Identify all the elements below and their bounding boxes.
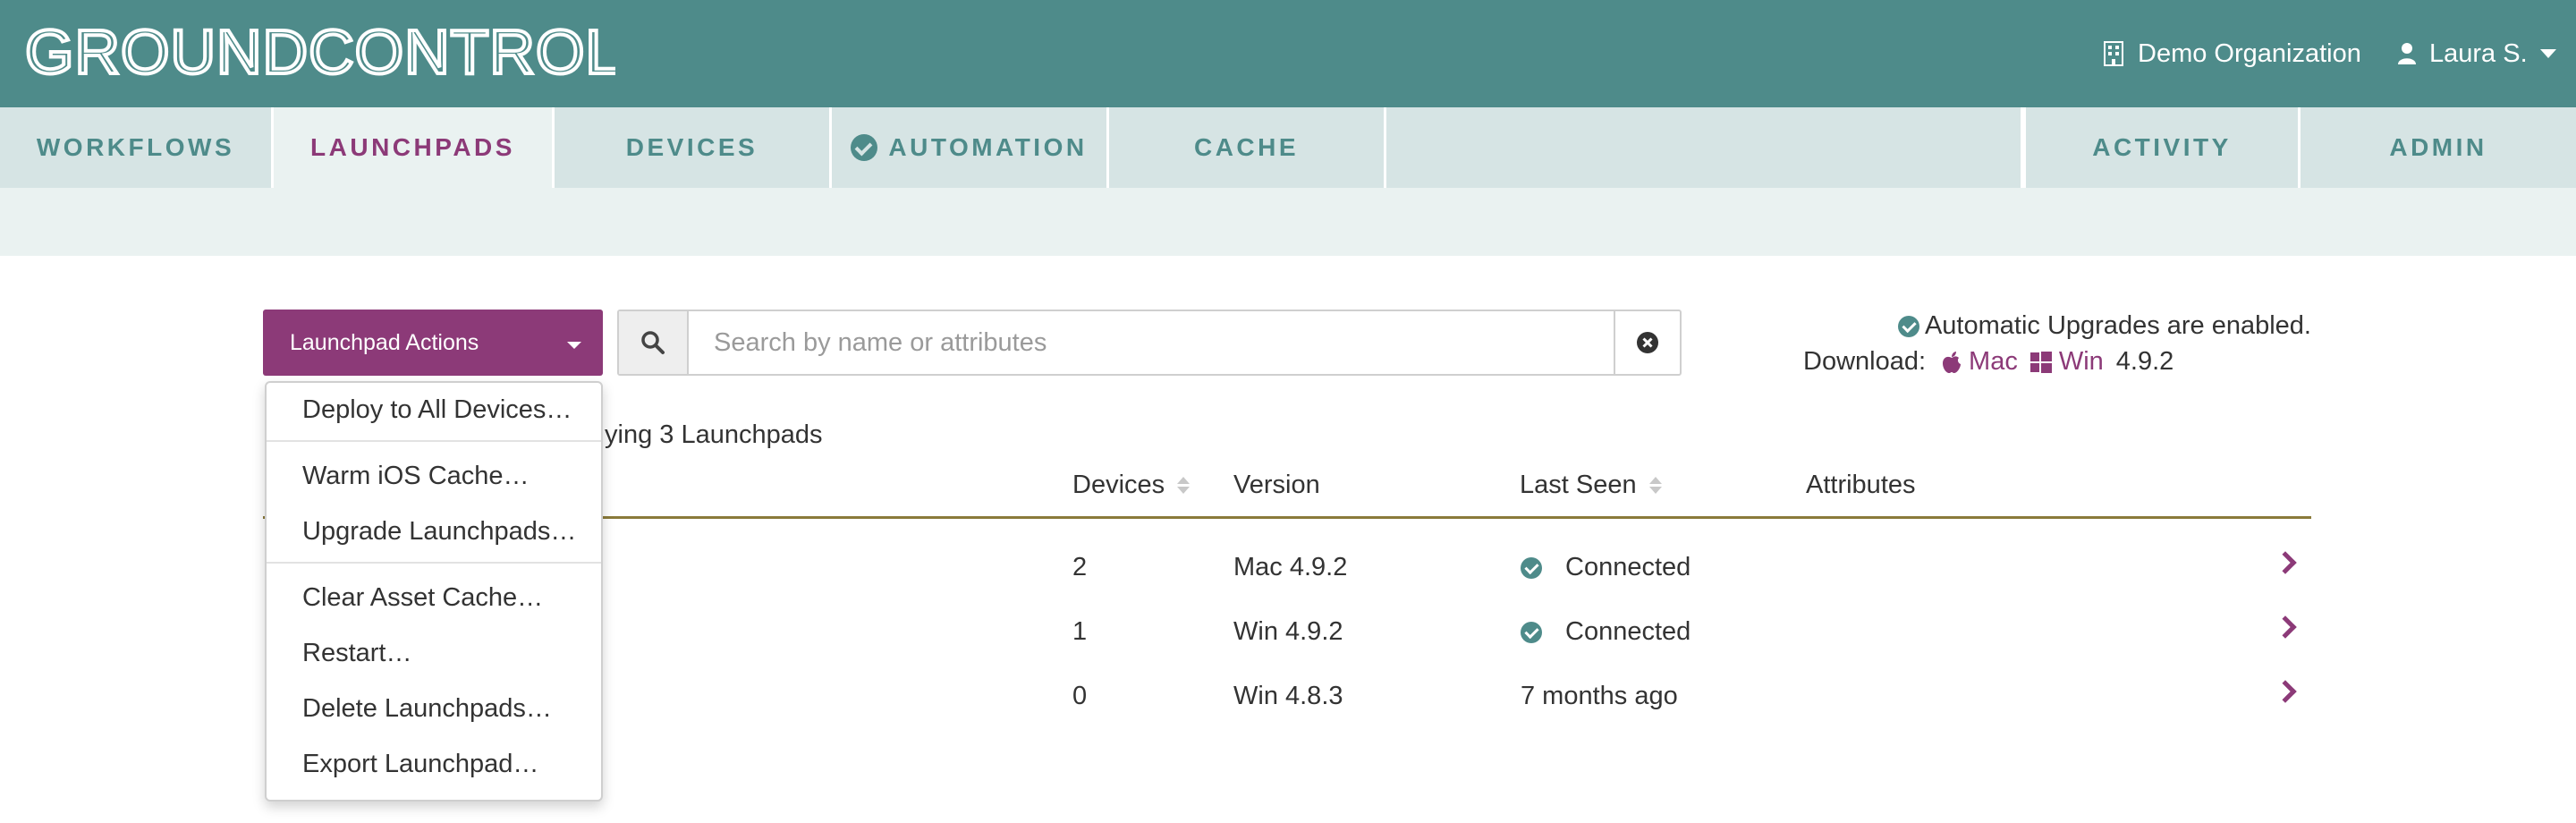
search-group (617, 310, 1682, 376)
connected-check-icon (1521, 621, 1542, 643)
sort-icon (1648, 477, 1662, 494)
building-icon (2104, 41, 2123, 66)
close-circle-icon (1637, 332, 1658, 353)
devices-cell: 2 (1072, 553, 1088, 581)
launchpad-actions-menu: Deploy to All Devices… Warm iOS Cache… U… (265, 381, 603, 802)
top-header: GROUNDCONTROL Demo Organization Laura S. (0, 0, 2576, 107)
last-seen-cell: Connected (1521, 553, 1690, 582)
version-cell: Win 4.8.3 (1233, 682, 1343, 710)
launchpad-actions-button[interactable]: Launchpad Actions (263, 310, 603, 376)
column-attributes: Attributes (1806, 471, 1916, 499)
menu-divider (267, 562, 601, 564)
main-nav: WORKFLOWS LAUNCHPADS DEVICES AUTOMATION … (0, 107, 2576, 188)
column-last-seen[interactable]: Last Seen (1520, 471, 1662, 500)
menu-item-deploy-all[interactable]: Deploy to All Devices… (302, 395, 572, 425)
search-button[interactable] (619, 311, 689, 374)
chevron-right-icon[interactable] (2274, 615, 2297, 639)
nav-spacer (1386, 107, 2023, 188)
tab-admin[interactable]: ADMIN (2301, 107, 2576, 188)
search-input[interactable] (691, 311, 1606, 374)
download-links: Download: Mac Win 4.9.2 (1803, 347, 2174, 377)
apple-icon (1943, 351, 1962, 373)
column-devices[interactable]: Devices (1072, 471, 1191, 500)
column-version: Version (1233, 471, 1320, 499)
download-mac-link[interactable]: Mac (1942, 347, 2018, 377)
sub-header-band (0, 188, 2576, 256)
menu-divider (267, 440, 601, 442)
caret-down-icon (567, 342, 581, 349)
windows-icon (2029, 351, 2052, 373)
check-circle-icon (851, 134, 878, 161)
tab-cache[interactable]: CACHE (1109, 107, 1386, 188)
logo-text: GROUNDCONTROL (25, 18, 615, 86)
chevron-right-icon[interactable] (2274, 551, 2297, 574)
tab-workflows[interactable]: WORKFLOWS (0, 107, 274, 188)
last-seen-cell: Connected (1521, 617, 1690, 647)
caret-down-icon (2539, 49, 2556, 58)
menu-item-restart[interactable]: Restart… (302, 639, 411, 668)
organization-switcher[interactable]: Demo Organization (2104, 36, 2361, 72)
menu-item-clear-asset-cache[interactable]: Clear Asset Cache… (302, 583, 543, 613)
download-win-link[interactable]: Win (2029, 347, 2104, 377)
devices-cell: 1 (1072, 617, 1088, 646)
groundcontrol-logo[interactable]: GROUNDCONTROL (25, 18, 615, 86)
check-circle-icon (1897, 315, 1919, 337)
download-version: 4.9.2 (2115, 347, 2174, 376)
version-cell: Win 4.9.2 (1233, 617, 1343, 646)
tab-devices[interactable]: DEVICES (555, 107, 832, 188)
last-seen-cell: 7 months ago (1521, 682, 1678, 710)
user-name: Laura S. (2429, 38, 2528, 68)
download-label: Download: (1803, 347, 1927, 376)
menu-item-warm-ios-cache[interactable]: Warm iOS Cache… (302, 462, 530, 491)
auto-upgrade-status: Automatic Upgrades are enabled. (1897, 311, 2311, 341)
devices-cell: 0 (1072, 682, 1088, 710)
sort-icon (1177, 477, 1191, 494)
tab-launchpads[interactable]: LAUNCHPADS (274, 107, 555, 188)
search-icon (641, 331, 665, 354)
tab-activity[interactable]: ACTIVITY (2023, 107, 2301, 188)
user-icon (2398, 43, 2416, 64)
user-menu[interactable]: Laura S. (2397, 36, 2556, 72)
tab-automation[interactable]: AUTOMATION (832, 107, 1109, 188)
organization-name: Demo Organization (2138, 38, 2361, 68)
clear-search-button[interactable] (1614, 311, 1680, 374)
version-cell: Mac 4.9.2 (1233, 553, 1348, 581)
menu-item-export-launchpad[interactable]: Export Launchpad… (302, 750, 538, 779)
connected-check-icon (1521, 556, 1542, 579)
menu-item-delete-launchpads[interactable]: Delete Launchpads… (302, 694, 552, 724)
menu-item-upgrade-launchpads[interactable]: Upgrade Launchpads… (302, 517, 576, 547)
chevron-right-icon[interactable] (2274, 680, 2297, 703)
